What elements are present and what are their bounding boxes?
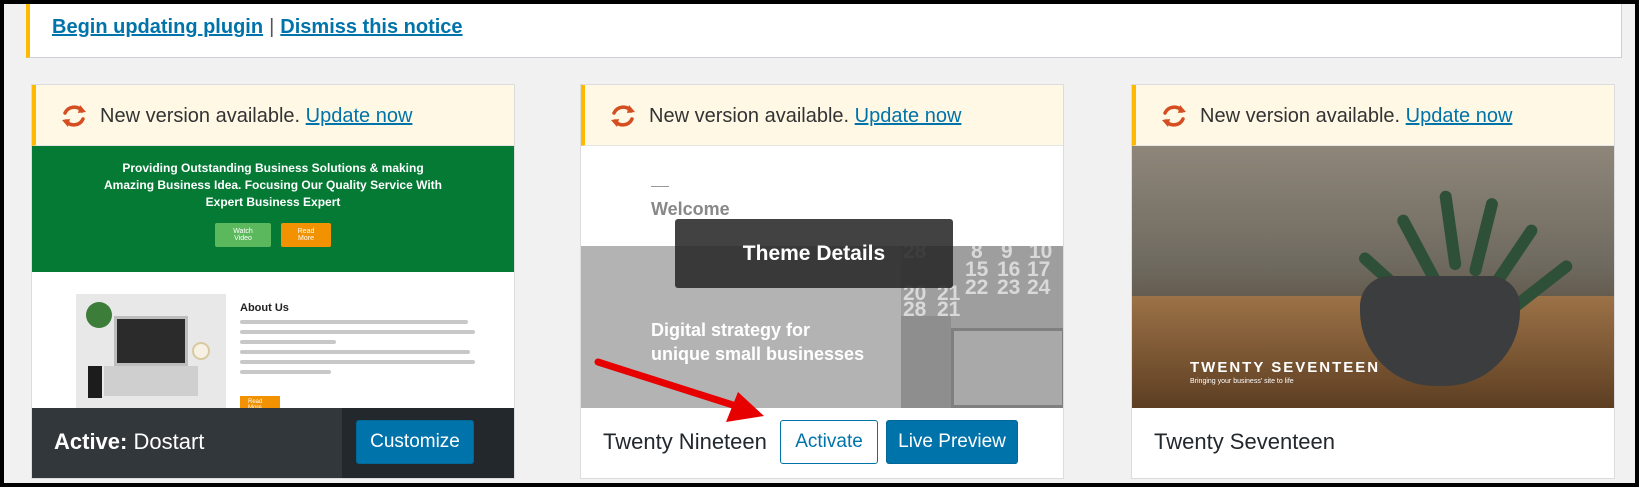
theme-info-bar: Active: Dostart Customize [32, 408, 514, 478]
screenshot-about-title: About Us [240, 302, 289, 314]
screenshot-read-button: Read More [281, 223, 331, 247]
screenshot-about-text [240, 320, 480, 380]
update-text: New version available. [1200, 105, 1401, 127]
screenshot-dash [651, 186, 669, 187]
theme-card-dostart[interactable]: New version available. Update now Provid… [31, 84, 515, 479]
monitor-image [951, 328, 1063, 408]
theme-screenshot[interactable]: TWENTY SEVENTEEN Bringing your business'… [1132, 146, 1614, 408]
update-notice: New version available. Update now [32, 85, 514, 146]
active-label: Active: [54, 429, 128, 454]
screenshot-tagline-line-1: Digital strategy for [651, 320, 811, 340]
dismiss-notice-link[interactable]: Dismiss this notice [280, 16, 462, 38]
theme-card-twenty-seventeen[interactable]: New version available. Update now TWENTY… [1131, 84, 1615, 479]
red-arrow-annotation [594, 358, 764, 422]
theme-details-button[interactable]: Theme Details [675, 219, 953, 288]
theme-name: Twenty Seventeen [1154, 429, 1336, 454]
update-now-link[interactable]: Update now [306, 105, 413, 127]
screenshot-hero: Providing Outstanding Business Solutions… [32, 146, 514, 272]
notebook-image [88, 366, 102, 398]
active-theme-name: Dostart [133, 429, 205, 454]
update-text: New version available. [100, 105, 301, 127]
update-notice: New version available. Update now [1132, 85, 1614, 146]
update-now-link[interactable]: Update now [855, 105, 962, 127]
laptop-image [76, 294, 226, 408]
theme-browser-screenshot: Begin updating plugin | Dismiss this notic… [0, 0, 1639, 487]
plugin-update-notice: Begin updating plugin | Dismiss this notic… [26, 4, 1622, 58]
calendar-number: 23 [997, 276, 1021, 299]
update-icon [1162, 105, 1186, 127]
theme-info-bar: Twenty Seventeen [1132, 408, 1614, 478]
screenshot-watch-button: Watch Video [215, 223, 271, 247]
screenshot-about-button: Read More [240, 396, 280, 408]
activate-button[interactable]: Activate [780, 420, 878, 464]
plant-image [86, 302, 112, 328]
screenshot-about-section: About Us Read More [32, 272, 514, 408]
theme-name: Active: Dostart [54, 429, 204, 455]
screenshot-site-tagline: Bringing your business' site to life [1190, 378, 1294, 385]
update-text: New version available. [649, 105, 850, 127]
update-notice: New version available. Update now [581, 85, 1063, 146]
begin-updating-plugin-link[interactable]: Begin updating plugin [52, 16, 263, 38]
update-now-link[interactable]: Update now [1406, 105, 1513, 127]
plant-image [901, 316, 951, 408]
screenshot-welcome: Welcome [651, 199, 730, 219]
live-preview-button[interactable]: Live Preview [886, 420, 1018, 464]
laptop-keyboard-image [104, 366, 198, 396]
coffee-cup-image [192, 342, 210, 360]
screenshot-site-title: TWENTY SEVENTEEN [1190, 359, 1381, 376]
calendar-number: 24 [1027, 276, 1051, 299]
theme-screenshot[interactable]: Providing Outstanding Business Solutions… [32, 146, 514, 408]
notice-separator: | [269, 16, 275, 38]
update-icon [62, 105, 86, 127]
screenshot-headline: Providing Outstanding Business Solutions… [104, 161, 442, 209]
laptop-screen-image [114, 316, 188, 366]
calendar-number: 22 [965, 276, 989, 299]
customize-button[interactable]: Customize [356, 420, 474, 464]
update-icon [611, 105, 635, 127]
